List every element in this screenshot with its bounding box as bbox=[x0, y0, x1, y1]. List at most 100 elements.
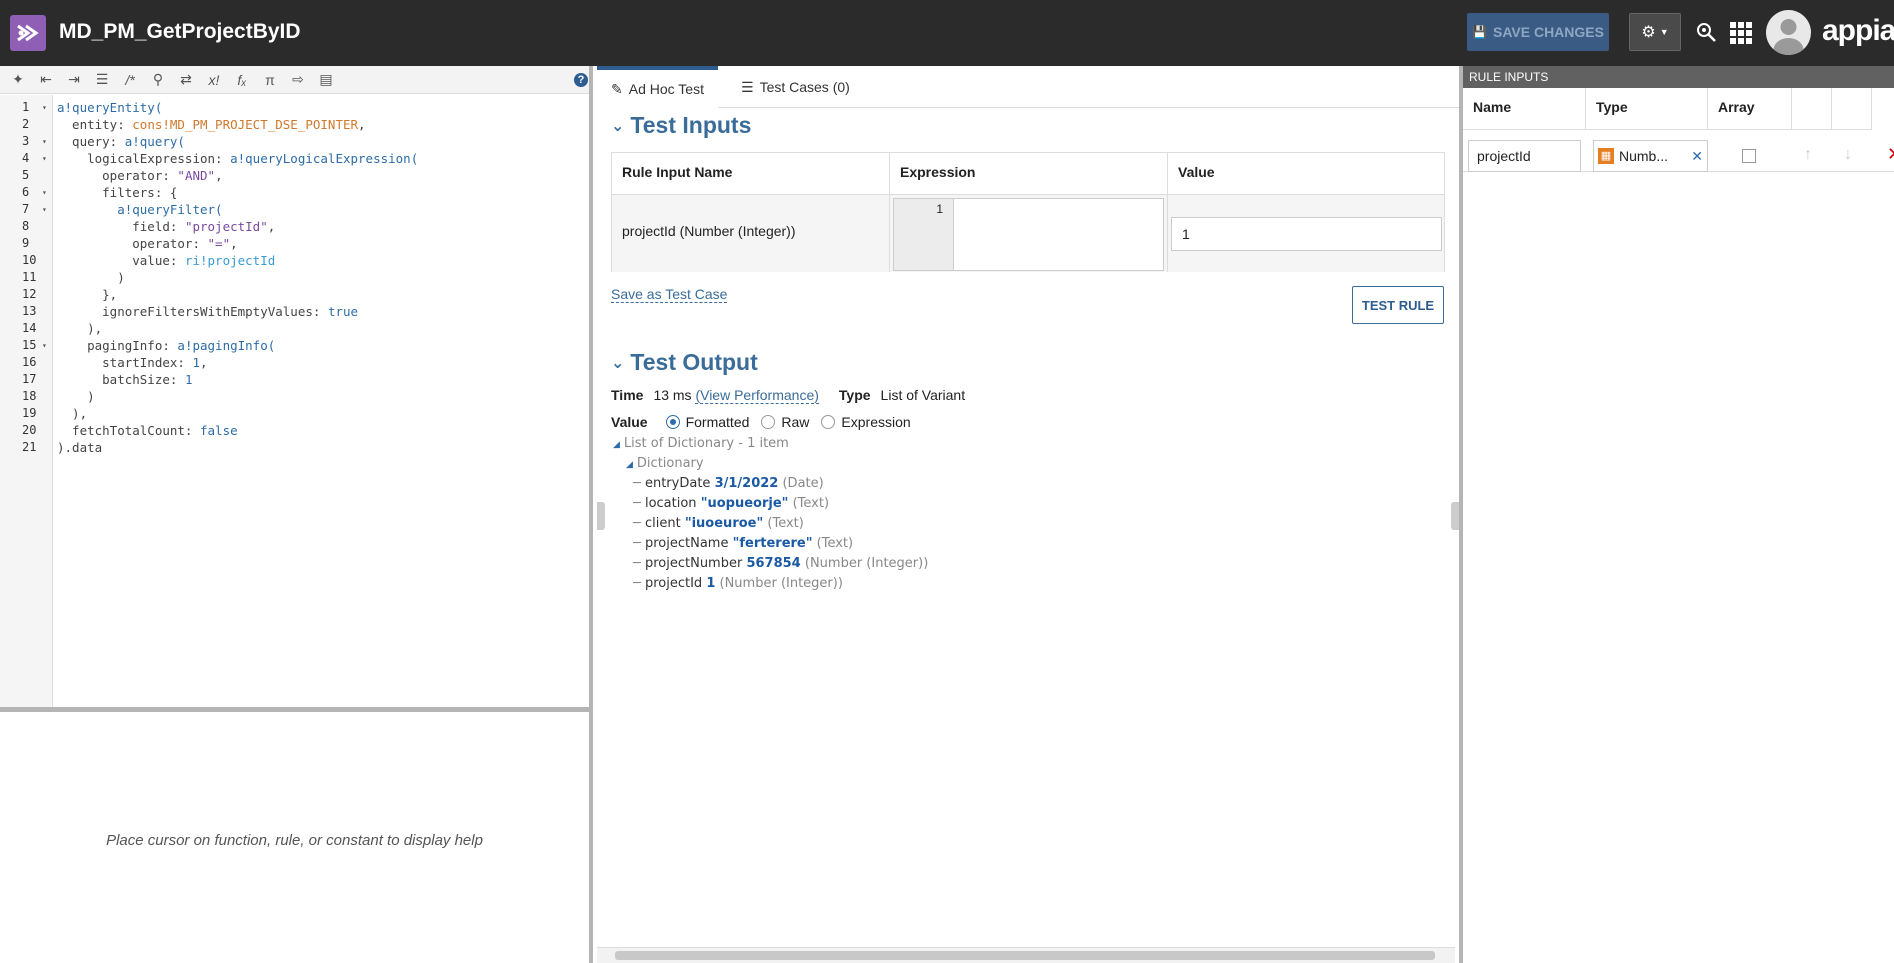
expression-input[interactable]: 1 bbox=[893, 198, 1164, 271]
magic-wand-icon[interactable]: ✦ bbox=[4, 68, 32, 92]
tab-ad-hoc-test[interactable]: ✎ Ad Hoc Test bbox=[597, 66, 718, 108]
dictionary-field: ─ client "iuoeuroe" (Text) bbox=[633, 516, 804, 531]
tree-root-label: List of Dictionary - 1 item bbox=[623, 436, 789, 451]
function-icon[interactable]: fₓ bbox=[228, 68, 256, 92]
raw-radio[interactable] bbox=[761, 415, 776, 429]
pi-constant-icon[interactable]: π bbox=[256, 68, 284, 92]
app-launcher-icon[interactable] bbox=[1730, 22, 1752, 44]
fold-arrow-icon[interactable]: ▾ bbox=[42, 99, 47, 116]
col-header-rule-input-name: Rule Input Name bbox=[612, 153, 890, 195]
code-area[interactable]: a!queryEntity( entity: cons!MD_PM_PROJEC… bbox=[57, 95, 587, 707]
field-value: 1 bbox=[706, 576, 716, 591]
collapse-right-handle[interactable] bbox=[1451, 502, 1459, 530]
code-line: ignoreFiltersWithEmptyValues: true bbox=[57, 303, 358, 320]
test-inputs-section-toggle[interactable]: ⌄ Test Inputs bbox=[611, 112, 751, 139]
chevron-down-icon: ▼ bbox=[1659, 27, 1669, 37]
code-token: a!query( bbox=[124, 134, 185, 149]
help-icon[interactable]: ? bbox=[574, 73, 588, 87]
clear-type-icon[interactable]: ✕ bbox=[1691, 148, 1703, 165]
code-line: ) bbox=[57, 269, 125, 286]
tree-root[interactable]: ◢ List of Dictionary - 1 item bbox=[613, 436, 789, 451]
array-checkbox[interactable] bbox=[1742, 149, 1756, 163]
code-token: query: bbox=[57, 134, 125, 149]
fold-arrow-icon[interactable]: ▾ bbox=[42, 133, 47, 150]
line-number: 10 bbox=[22, 253, 37, 267]
fold-arrow-icon[interactable]: ▾ bbox=[42, 184, 47, 201]
test-output-section-toggle[interactable]: ⌄ Test Output bbox=[611, 349, 758, 376]
tree-dictionary[interactable]: ◢ Dictionary bbox=[626, 456, 704, 471]
dictionary-field: ─ entryDate 3/1/2022 (Date) bbox=[633, 476, 824, 491]
list-icon[interactable]: ☰ bbox=[88, 68, 116, 92]
field-value: 567854 bbox=[746, 556, 801, 571]
view-performance-link[interactable]: (View Performance) bbox=[695, 387, 819, 404]
code-token: operator: bbox=[57, 236, 208, 251]
pane-splitter[interactable] bbox=[0, 707, 589, 712]
fold-arrow-icon[interactable]: ▾ bbox=[42, 201, 47, 218]
move-up-icon[interactable]: ↑ bbox=[1804, 146, 1812, 164]
expression-radio[interactable] bbox=[821, 415, 836, 429]
code-token: a!queryLogicalExpression( bbox=[230, 151, 419, 166]
export-icon[interactable]: ⇨ bbox=[284, 68, 312, 92]
outdent-icon[interactable]: ⇤ bbox=[32, 68, 60, 92]
expression-label: Expression bbox=[841, 414, 911, 430]
expand-triangle-icon[interactable]: ◢ bbox=[613, 440, 620, 450]
collapse-left-handle[interactable] bbox=[597, 502, 605, 530]
preview-icon[interactable]: ▤ bbox=[312, 68, 340, 92]
chevron-down-icon: ⌄ bbox=[611, 354, 625, 372]
horizontal-scrollbar[interactable] bbox=[597, 947, 1455, 963]
test-rule-button[interactable]: TEST RULE bbox=[1352, 286, 1444, 324]
brand-logo: appian bbox=[1822, 14, 1894, 47]
tree-connector: ─ bbox=[633, 556, 645, 571]
formatted-radio[interactable] bbox=[665, 415, 680, 429]
rule-input-type-picker[interactable]: ▦ Numb... ✕ bbox=[1593, 140, 1708, 172]
code-token: entity: bbox=[57, 117, 133, 132]
save-icon: 💾 bbox=[1472, 25, 1487, 39]
code-token: 1 bbox=[184, 372, 193, 387]
delete-input-icon[interactable]: ✕ bbox=[1887, 144, 1894, 165]
find-icon[interactable]: ⚲ bbox=[144, 68, 172, 92]
move-down-icon[interactable]: ↓ bbox=[1844, 146, 1852, 164]
indent-icon[interactable]: ⇥ bbox=[60, 68, 88, 92]
scrollbar-thumb[interactable] bbox=[615, 951, 1435, 960]
col-header-move-up bbox=[1792, 88, 1832, 130]
col-header-value: Value bbox=[1168, 153, 1444, 195]
value-label: Value bbox=[611, 414, 648, 430]
value-input[interactable]: 1 bbox=[1171, 217, 1442, 251]
code-token: batchSize: bbox=[57, 372, 185, 387]
code-line: logicalExpression: a!queryLogicalExpress… bbox=[57, 150, 418, 167]
settings-menu-button[interactable]: ⚙ ▼ bbox=[1629, 13, 1681, 51]
variable-icon[interactable]: x! bbox=[200, 68, 228, 92]
save-as-test-case-link[interactable]: Save as Test Case bbox=[611, 286, 728, 303]
code-token: ) bbox=[57, 389, 95, 404]
expression-cell: 1 bbox=[890, 195, 1168, 272]
rule-input-name-field[interactable]: projectId bbox=[1468, 140, 1581, 172]
code-token: 1 bbox=[192, 355, 200, 370]
code-line: batchSize: 1 bbox=[57, 371, 192, 388]
line-number: 8 bbox=[22, 219, 30, 233]
list-icon: ☰ bbox=[741, 78, 754, 95]
output-time-row: Time 13 ms (View Performance) Type List … bbox=[611, 387, 966, 404]
type-value: List of Variant bbox=[880, 387, 966, 403]
code-token: value: bbox=[57, 253, 185, 268]
field-type: (Number (Integer)) bbox=[719, 576, 843, 591]
code-token: a!pagingInfo( bbox=[177, 338, 276, 353]
col-header-move-down bbox=[1832, 88, 1872, 130]
app-logo-icon[interactable] bbox=[10, 15, 46, 51]
save-changes-button[interactable]: 💾 SAVE CHANGES bbox=[1467, 13, 1609, 51]
line-number: 7 ▾ bbox=[22, 201, 47, 218]
fold-arrow-icon[interactable]: ▾ bbox=[42, 337, 47, 354]
time-value: 13 ms (View Performance) bbox=[653, 387, 819, 404]
comment-icon[interactable]: /* bbox=[116, 68, 144, 92]
field-type: (Date) bbox=[782, 476, 824, 491]
test-inputs-table: Rule Input Name Expression Value project… bbox=[611, 152, 1445, 272]
fold-arrow-icon[interactable]: ▾ bbox=[42, 150, 47, 167]
code-token: pagingInfo: bbox=[57, 338, 178, 353]
expand-triangle-icon[interactable]: ◢ bbox=[626, 460, 633, 470]
avatar[interactable] bbox=[1766, 10, 1811, 55]
code-line: filters: { bbox=[57, 184, 177, 201]
tab-test-cases[interactable]: ☰ Test Cases (0) bbox=[727, 66, 864, 108]
tab-test-cases-label: Test Cases (0) bbox=[759, 79, 850, 95]
search-icon[interactable] bbox=[1695, 21, 1719, 45]
tree-connector: ─ bbox=[633, 496, 645, 511]
replace-icon[interactable]: ⇄ bbox=[172, 68, 200, 92]
